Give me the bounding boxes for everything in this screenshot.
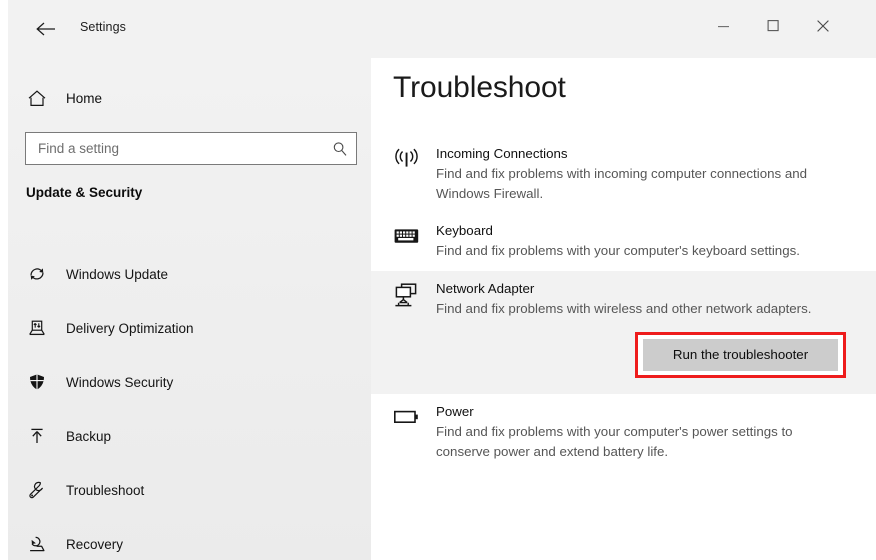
troubleshooter-list: Incoming Connections Find and fix proble… xyxy=(371,136,876,471)
sidebar-item-home[interactable]: Home xyxy=(20,81,350,115)
troubleshooter-name: Power xyxy=(436,404,474,419)
delivery-optimization-icon xyxy=(20,318,54,338)
window-title: Settings xyxy=(80,20,126,34)
page-title: Troubleshoot xyxy=(393,71,566,104)
back-button[interactable] xyxy=(30,14,62,44)
sidebar-nav-list: Windows Update Delivery Optimization Win… xyxy=(20,247,360,560)
sidebar-category-title: Update & Security xyxy=(26,185,143,200)
run-button-area: Run the troubleshooter xyxy=(436,332,856,378)
troubleshooter-description: Find and fix problems with incoming comp… xyxy=(436,166,808,201)
troubleshooter-item-incoming-connections[interactable]: Incoming Connections Find and fix proble… xyxy=(371,136,876,213)
wrench-icon xyxy=(20,480,54,500)
sidebar-item-label: Recovery xyxy=(66,536,124,552)
sidebar-item-label: Delivery Optimization xyxy=(66,320,194,336)
keyboard-icon xyxy=(393,221,427,261)
troubleshooter-name: Network Adapter xyxy=(436,280,535,296)
troubleshooter-description: Find and fix problems with wireless and … xyxy=(436,300,812,316)
home-icon xyxy=(20,89,54,108)
troubleshooter-description: Find and fix problems with your computer… xyxy=(436,243,800,258)
sidebar: Home Update & Security xyxy=(8,58,371,560)
sidebar-item-label: Backup xyxy=(66,428,112,444)
broadcast-antenna-icon xyxy=(393,144,427,203)
search-icon[interactable] xyxy=(324,141,356,157)
sidebar-item-recovery[interactable]: Recovery xyxy=(20,517,360,560)
sidebar-item-label: Troubleshoot xyxy=(66,482,145,498)
maximize-button[interactable] xyxy=(753,12,793,44)
sidebar-item-windows-security[interactable]: Windows Security xyxy=(20,355,360,409)
red-annotation-box: Run the troubleshooter xyxy=(635,332,846,378)
close-button[interactable] xyxy=(803,12,843,44)
maximize-icon xyxy=(767,19,780,37)
title-bar: Settings xyxy=(8,0,876,58)
run-the-troubleshooter-button[interactable]: Run the troubleshooter xyxy=(643,339,838,371)
minimize-icon xyxy=(717,19,730,37)
sidebar-item-delivery-optimization[interactable]: Delivery Optimization xyxy=(20,301,360,355)
back-arrow-icon xyxy=(35,21,57,37)
troubleshooter-name: Keyboard xyxy=(436,223,493,238)
upload-arrow-icon xyxy=(20,426,54,446)
search-input[interactable] xyxy=(26,141,324,156)
main-content: Troubleshoot Incoming Connections Find a… xyxy=(371,58,876,560)
minimize-button[interactable] xyxy=(703,12,743,44)
troubleshooter-description: Find and fix problems with your computer… xyxy=(436,424,793,459)
troubleshooter-name: Incoming Connections xyxy=(436,146,568,161)
sidebar-item-windows-update[interactable]: Windows Update xyxy=(20,247,360,301)
sidebar-item-home-label: Home xyxy=(66,90,103,106)
troubleshooter-item-keyboard[interactable]: Keyboard Find and fix problems with your… xyxy=(371,213,876,271)
sidebar-item-label: Windows Security xyxy=(66,374,174,390)
troubleshooter-item-power[interactable]: Power Find and fix problems with your co… xyxy=(371,394,876,471)
troubleshooter-item-network-adapter[interactable]: Network Adapter Find and fix problems wi… xyxy=(371,270,876,394)
search-field[interactable] xyxy=(25,132,357,165)
battery-icon xyxy=(393,402,427,461)
sidebar-item-label: Windows Update xyxy=(66,266,169,282)
sync-refresh-icon xyxy=(20,264,54,284)
recovery-icon xyxy=(20,534,54,554)
shield-icon xyxy=(20,372,54,392)
sidebar-item-troubleshoot[interactable]: Troubleshoot xyxy=(20,463,360,517)
network-adapter-icon xyxy=(393,279,427,379)
close-icon xyxy=(816,19,830,38)
settings-window: Settings Home Find a setting Update & Se… xyxy=(0,0,876,560)
sidebar-item-backup[interactable]: Backup xyxy=(20,409,360,463)
